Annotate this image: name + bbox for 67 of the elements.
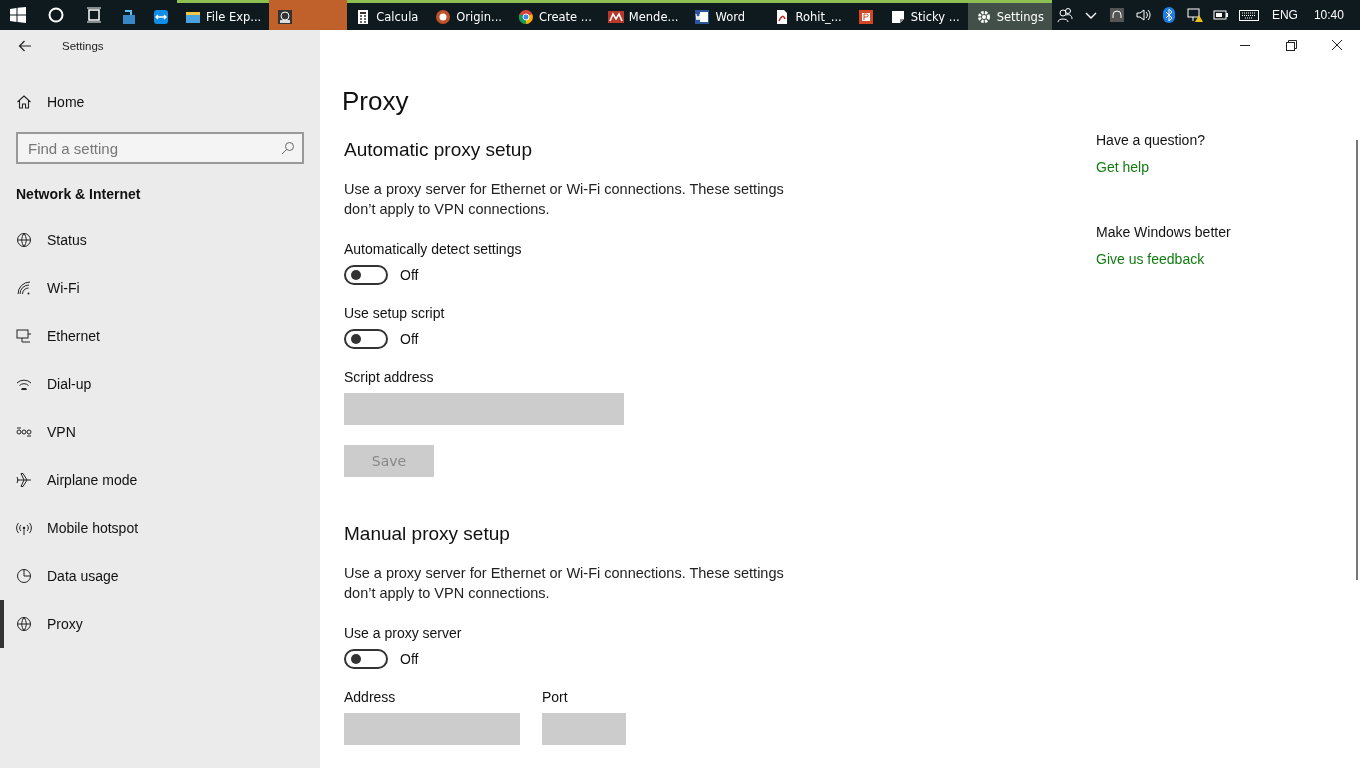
network-warning-icon[interactable]: [1186, 7, 1203, 23]
description-text: Use a proxy server for Ethernet or Wi-Fi connections. These settings don’t apply to VPN connections.: [344, 564, 785, 603]
windows-logo-icon[interactable]: [10, 7, 26, 23]
airplane-icon: [16, 472, 32, 488]
search-icon: [281, 141, 295, 155]
scrollbar[interactable]: [1356, 140, 1358, 580]
bluetooth-icon[interactable]: [1160, 7, 1177, 23]
sidebar-item[interactable]: Data usage: [0, 552, 320, 600]
setting-label: Use setup script: [344, 305, 446, 321]
vpn-icon: [16, 424, 32, 440]
language-indicator[interactable]: ENG: [1271, 8, 1298, 22]
volume-icon[interactable]: [1134, 7, 1151, 23]
search-field[interactable]: Find a setting: [16, 132, 304, 164]
taskbar-app-button[interactable]: Settings: [967, 0, 1052, 30]
toggle-switch[interactable]: [344, 329, 388, 349]
ethernet-icon: [16, 328, 32, 344]
clock[interactable]: 10:40: [1313, 8, 1344, 22]
aside-heading: Make Windows better: [1096, 224, 1231, 240]
sidebar-item[interactable]: Mobile hotspot: [0, 504, 320, 552]
browser-icon: [518, 8, 534, 25]
sidebar-item[interactable]: VPN: [0, 408, 320, 456]
sidebar-item[interactable]: Dial-up: [0, 360, 320, 408]
field-label: Port: [542, 689, 569, 705]
description-text: Use a proxy server for Ethernet or Wi-Fi connections. These settings don’t apply to VPN connections.: [344, 180, 785, 219]
toggle-state-label: Off: [400, 267, 419, 283]
task-view-icon[interactable]: [86, 7, 102, 23]
word-document-icon: [694, 8, 711, 25]
home-icon: [16, 94, 32, 110]
gear-icon: [975, 8, 992, 25]
keyboard-icon[interactable]: [1238, 7, 1259, 23]
setting-label: Use a proxy server: [344, 625, 463, 641]
window-title: Settings: [62, 40, 104, 52]
hotspot-icon: [16, 520, 32, 536]
back-arrow-icon[interactable]: [18, 40, 32, 52]
toggle-switch[interactable]: [344, 265, 388, 285]
people-icon[interactable]: [1056, 7, 1073, 23]
taskbar-app-icon-button[interactable]: [269, 0, 348, 30]
sticky-note-icon: [889, 8, 906, 25]
setting-label: Automatically detect settings: [344, 241, 523, 257]
m-logo-icon: [607, 8, 624, 25]
section-heading: Network & Internet: [15, 185, 142, 204]
field-label: Script address: [344, 369, 435, 385]
round-app-icon: [435, 8, 452, 25]
toggle-state-label: Off: [400, 651, 419, 667]
page-title: Proxy: [342, 86, 410, 117]
battery-icon[interactable]: [1212, 7, 1229, 23]
presentation-icon: [857, 8, 874, 25]
sidebar-item[interactable]: Status: [0, 216, 320, 264]
pie-chart-icon: [16, 568, 32, 584]
wifi-icon: [16, 280, 32, 296]
app-icon: [277, 8, 294, 25]
help-link[interactable]: Get help: [1096, 159, 1149, 175]
sidebar-item[interactable]: Airplane mode: [0, 456, 320, 504]
section-heading: Manual proxy setup: [344, 523, 511, 545]
section-heading: Automatic proxy setup: [344, 139, 533, 161]
toggle-state-label: Off: [400, 331, 419, 347]
home-link[interactable]: Home: [0, 78, 320, 126]
toggle-switch[interactable]: [344, 649, 388, 669]
globe-icon: [16, 232, 32, 248]
sidebar-item[interactable]: Wi-Fi: [0, 264, 320, 312]
circle-icon[interactable]: [48, 7, 64, 23]
field-label: Address: [344, 689, 397, 705]
help-link[interactable]: Give us feedback: [1096, 251, 1205, 267]
remote-control-icon: [153, 8, 169, 25]
aside-heading: Have a question?: [1096, 132, 1206, 148]
sidebar-item[interactable]: Ethernet: [0, 312, 320, 360]
globe-icon: [16, 616, 32, 632]
